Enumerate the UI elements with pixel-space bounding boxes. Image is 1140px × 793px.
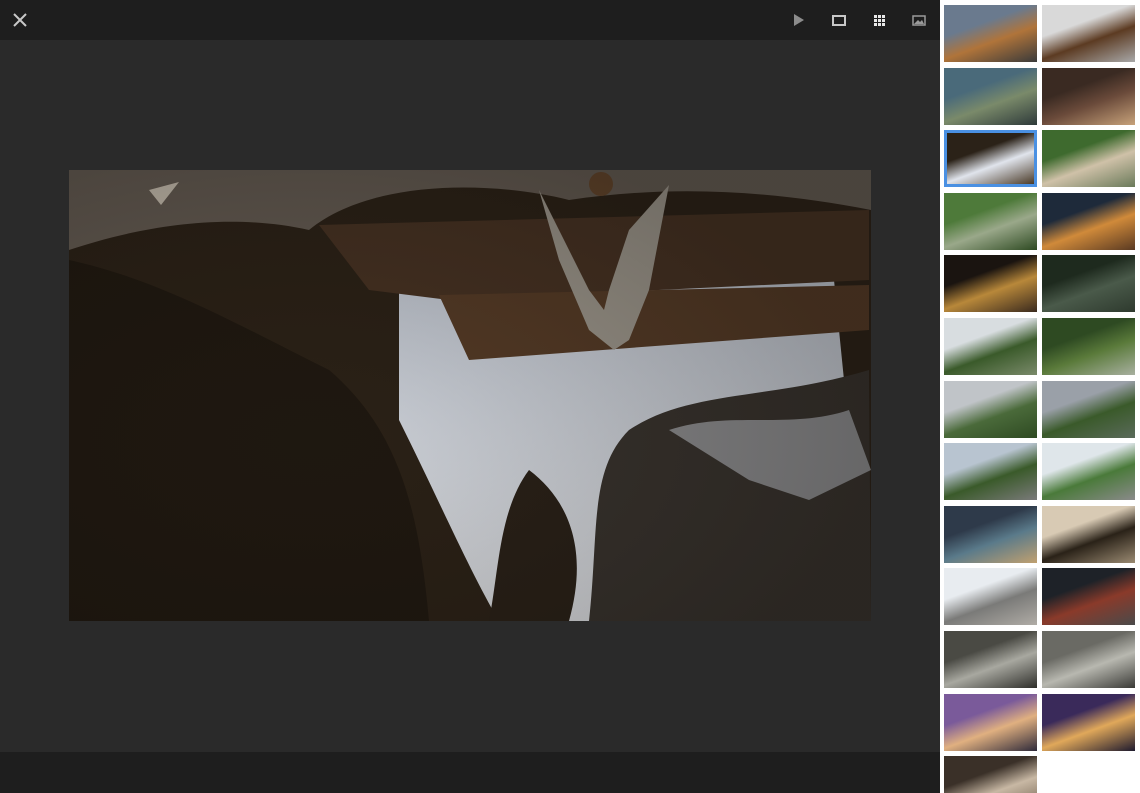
play-icon	[794, 14, 804, 26]
thumbnail-image	[1042, 5, 1135, 62]
thumbnail-image	[944, 381, 1037, 438]
fullscreen-button[interactable]	[819, 0, 859, 40]
thumbnail-workshop[interactable]	[1042, 568, 1135, 625]
thumbnail-image	[944, 318, 1037, 375]
thumbnail-image	[1042, 694, 1135, 751]
thumbnail-image	[1042, 443, 1135, 500]
thumbnail-food-stall[interactable]	[1042, 193, 1135, 250]
reflection-photo	[69, 170, 871, 621]
photo-viewer	[0, 0, 940, 793]
thumbnail-man-with-hat[interactable]	[1042, 130, 1135, 187]
thumbnail-image	[1042, 381, 1135, 438]
thumbnail-image	[944, 5, 1037, 62]
image-view-button[interactable]	[899, 0, 939, 40]
close-button[interactable]	[0, 0, 40, 40]
thumbnail-image	[944, 443, 1037, 500]
thumbnail-image	[1042, 193, 1135, 250]
thumbnail-reflection[interactable]	[944, 130, 1037, 187]
thumbnail-rural-road[interactable]	[1042, 443, 1135, 500]
thumbnail-image	[944, 756, 1037, 793]
thumbnail-mountain-cloud[interactable]	[944, 381, 1037, 438]
thumbnail-image	[1042, 506, 1135, 563]
thumbnail-jungle-trees[interactable]	[944, 318, 1037, 375]
close-icon	[13, 13, 27, 27]
main-photo	[69, 170, 871, 621]
thumbnail-partial-photo[interactable]	[944, 756, 1037, 793]
thumbnail-image	[944, 506, 1037, 563]
viewer-bottom-bar	[0, 752, 940, 793]
thumbnail-image	[944, 631, 1037, 688]
thumbnail-market-vendor[interactable]	[1042, 68, 1135, 125]
thumbnail-image	[947, 133, 1034, 184]
thumbnail-strip	[940, 0, 1140, 793]
thumbnail-image	[944, 255, 1037, 312]
thumbnail-image	[944, 193, 1037, 250]
thumbnail-image	[1042, 318, 1135, 375]
viewer-toolbar	[0, 0, 940, 40]
thumbnail-temple-dusk[interactable]	[944, 694, 1037, 751]
thumbnail-image	[1042, 130, 1135, 187]
thumbnail-tall-tree[interactable]	[1042, 318, 1135, 375]
thumbnail-temple-spires[interactable]	[944, 568, 1037, 625]
thumbnail-image	[944, 568, 1037, 625]
slideshow-button[interactable]	[779, 0, 819, 40]
grid-icon	[873, 14, 885, 26]
thumbnail-alley[interactable]	[944, 68, 1037, 125]
thumbnail-river-valley[interactable]	[944, 193, 1037, 250]
thumbnail-street-traffic[interactable]	[944, 5, 1037, 62]
thumbnail-market-canopy[interactable]	[944, 631, 1037, 688]
thumbnail-image	[1042, 68, 1135, 125]
thumbnail-sand-branch[interactable]	[1042, 506, 1135, 563]
image-icon	[912, 14, 926, 26]
thumbnail-temple-roof[interactable]	[1042, 5, 1135, 62]
thumbnail-road-mountain[interactable]	[944, 443, 1037, 500]
thumbnail-market-street[interactable]	[1042, 631, 1135, 688]
thumbnail-image	[1042, 255, 1135, 312]
thumbnail-forest-stream[interactable]	[1042, 255, 1135, 312]
thumbnail-image	[1042, 631, 1135, 688]
thumbnail-shop-interior[interactable]	[944, 506, 1037, 563]
thumbnail-night-market[interactable]	[944, 255, 1037, 312]
grid-view-button[interactable]	[859, 0, 899, 40]
thumbnail-image	[944, 694, 1037, 751]
rectangle-icon	[832, 14, 846, 26]
thumbnail-image	[944, 68, 1037, 125]
thumbnail-mountain-range[interactable]	[1042, 381, 1135, 438]
thumbnail-temple-night[interactable]	[1042, 694, 1135, 751]
thumbnail-image	[1042, 568, 1135, 625]
